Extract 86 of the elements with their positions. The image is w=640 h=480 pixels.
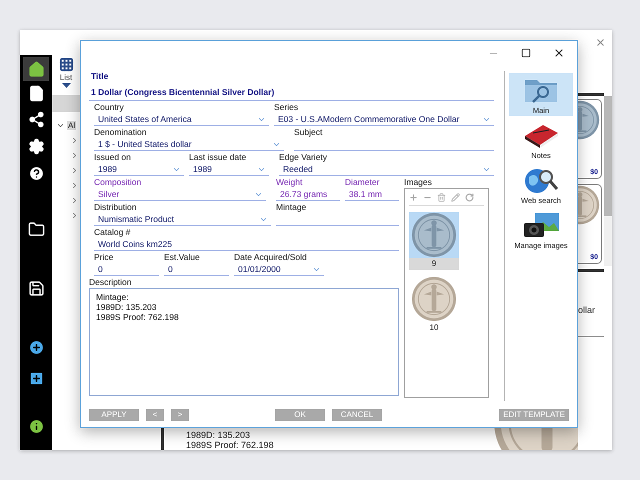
- field-label: Last issue date: [189, 151, 248, 163]
- field-label: Date Acquired/Sold: [234, 251, 308, 263]
- chevron-down-icon[interactable]: [56, 121, 65, 130]
- field-label: Title: [90, 70, 110, 83]
- image-thumbnail[interactable]: 9: [409, 212, 459, 270]
- dropdown-field[interactable]: E03 - U.S.AModern Commemorative One Dollar: [274, 113, 494, 126]
- coin-name-text: ollar: [578, 305, 596, 315]
- field-value: 1 $ - United States dollar: [98, 139, 192, 149]
- field-value: 01/01/2000: [238, 264, 281, 274]
- field-value: World Coins km225: [98, 239, 172, 249]
- field-label: Weight: [276, 176, 304, 188]
- close-icon[interactable]: [553, 47, 565, 59]
- title-field[interactable]: 1 Dollar (Congress Bicentennial Silver Dollar): [89, 85, 494, 101]
- camera-icon: [521, 210, 561, 240]
- pencil-icon[interactable]: [451, 193, 460, 202]
- field-label: Subject: [294, 126, 324, 138]
- field-label: Images: [404, 176, 433, 188]
- chevron-right-icon[interactable]: [70, 136, 79, 145]
- dropdown-field[interactable]: Numismatic Product: [94, 213, 272, 226]
- input-field[interactable]: 38.1 mm: [344, 188, 399, 201]
- field-label: Composition: [94, 176, 142, 188]
- field-value: 38.1 mm: [348, 189, 382, 199]
- field-label: Mintage: [276, 201, 308, 213]
- dropdown-field[interactable]: 1 $ - United States dollar: [94, 138, 284, 151]
- field-label: Country: [94, 101, 125, 113]
- help-icon: [28, 164, 44, 182]
- tree-item[interactable]: Al: [67, 121, 76, 130]
- dropdown-field[interactable]: United States of America: [94, 113, 269, 126]
- chevron-right-icon[interactable]: [70, 196, 79, 205]
- info-icon: [28, 418, 44, 434]
- refresh-icon[interactable]: [465, 193, 474, 202]
- list-view-button[interactable]: List: [58, 57, 74, 88]
- field-label: Distribution: [94, 201, 138, 213]
- list-label: List: [60, 73, 72, 82]
- input-field[interactable]: 0: [94, 263, 159, 276]
- thumbnail-caption: 10: [428, 322, 440, 334]
- field-label: Diameter: [344, 176, 380, 188]
- thumbnail-caption: 9: [409, 258, 459, 270]
- field-label: Price: [94, 251, 114, 263]
- add-square-icon: [28, 370, 44, 386]
- field-value: 1989: [193, 164, 212, 174]
- field-value: 26.73 grams: [280, 189, 328, 199]
- field-value: Numismatic Product: [98, 214, 174, 224]
- input-field[interactable]: 0: [164, 263, 229, 276]
- field-value: 0: [98, 264, 103, 274]
- field-value: United States of America: [98, 114, 192, 124]
- folder-icon: [28, 220, 44, 238]
- field-label: Est.Value: [164, 251, 201, 263]
- description-field[interactable]: Mintage: 1989D: 135.203 1989S Proof: 762.198: [89, 288, 399, 396]
- grid-icon: [58, 57, 74, 72]
- input-field[interactable]: World Coins km225: [94, 238, 399, 251]
- field-value: 1989: [98, 164, 117, 174]
- home-icon: [28, 60, 44, 78]
- field-value: 0: [168, 264, 173, 274]
- share-icon: [28, 110, 44, 128]
- field-label: Issued on: [94, 151, 132, 163]
- field-label: Description: [89, 276, 133, 288]
- input-field[interactable]: 26.73 grams: [276, 188, 340, 201]
- trash-icon[interactable]: [437, 193, 446, 202]
- maximize-icon[interactable]: [521, 48, 531, 58]
- dropdown-field[interactable]: Silver: [94, 188, 266, 201]
- file-icon: [28, 84, 44, 102]
- field-label: Catalog #: [94, 226, 132, 238]
- add-icon[interactable]: [409, 193, 418, 202]
- chevron-right-icon[interactable]: [70, 211, 79, 220]
- field-label: Series: [274, 101, 300, 113]
- field-label: Denomination: [94, 126, 148, 138]
- dropdown-field[interactable]: 1989: [94, 163, 184, 176]
- scrollbar[interactable]: [604, 96, 612, 266]
- field-value: Silver: [98, 189, 120, 199]
- chevron-right-icon[interactable]: [70, 181, 79, 190]
- description-text: 1989D: 135.203 1989S Proof: 762.198: [186, 430, 274, 450]
- column-header: [52, 95, 80, 112]
- field-value: E03 - U.S.AModern Commemorative One Dollar: [278, 114, 460, 124]
- dropdown-field[interactable]: 01/01/2000: [234, 263, 324, 276]
- chevron-right-icon[interactable]: [70, 151, 79, 160]
- image-thumbnail[interactable]: 10: [409, 276, 459, 334]
- dropdown-field[interactable]: 1989: [189, 163, 269, 176]
- chevron-right-icon[interactable]: [70, 166, 79, 175]
- dropdown-field[interactable]: Reeded: [279, 163, 494, 176]
- field-value: Reeded: [283, 164, 313, 174]
- settings-icon: [28, 138, 44, 154]
- caret-icon: [62, 83, 70, 88]
- field-label: Edge Variety: [279, 151, 328, 163]
- save-icon: [28, 280, 44, 296]
- add-circle-icon: [28, 338, 44, 356]
